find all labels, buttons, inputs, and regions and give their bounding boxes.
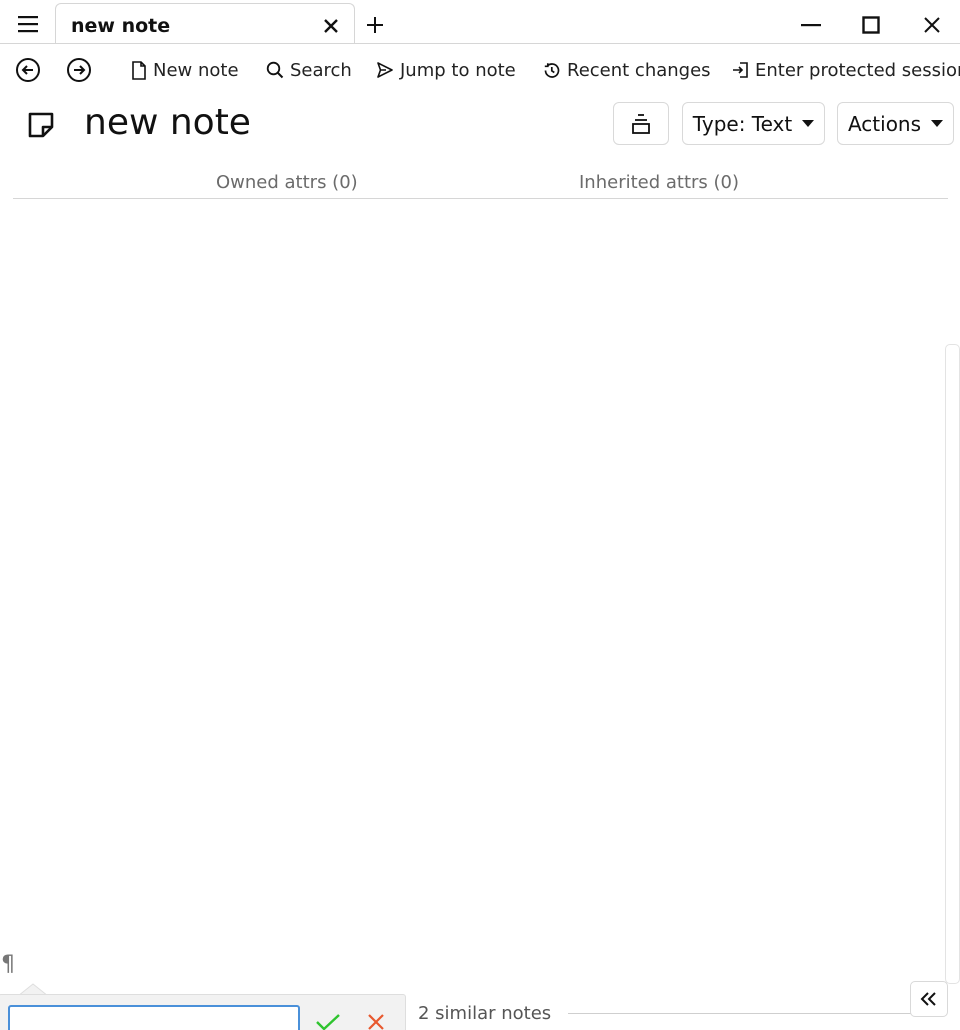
- tab-inherited-attributes[interactable]: Inherited attrs (0): [579, 172, 739, 193]
- maximize-window-button[interactable]: [852, 8, 890, 42]
- similar-notes-divider: [568, 1013, 940, 1014]
- sticky-note-icon: [28, 112, 54, 138]
- attributes-divider: [13, 198, 948, 199]
- back-button[interactable]: [15, 54, 41, 86]
- search-button[interactable]: Search: [266, 54, 352, 86]
- maximize-icon: [862, 16, 880, 34]
- tab-close-button[interactable]: [314, 10, 348, 42]
- collapse-ribbon-button[interactable]: [613, 102, 669, 145]
- close-icon: [324, 19, 338, 33]
- tab-new-note[interactable]: new note: [55, 3, 355, 44]
- ribbon-icon: [632, 113, 650, 134]
- actions-dropdown[interactable]: Actions: [837, 102, 954, 145]
- note-type-dropdown[interactable]: Type: Text: [682, 102, 825, 145]
- search-label: Search: [290, 59, 352, 81]
- send-icon: [377, 62, 393, 78]
- new-note-label: New note: [153, 59, 239, 81]
- note-title[interactable]: new note: [84, 102, 251, 143]
- enter-protected-session-button[interactable]: Enter protected session: [731, 54, 960, 86]
- similar-notes-link[interactable]: 2 similar notes: [418, 1003, 551, 1024]
- log-in-icon: [733, 62, 748, 78]
- chevron-down-icon: [802, 120, 815, 127]
- note-icon[interactable]: [24, 108, 60, 144]
- main-menu-button[interactable]: [8, 6, 48, 42]
- tab-bar: new note: [0, 0, 960, 44]
- tab-title: new note: [71, 15, 171, 37]
- toolbar: New note Search Jump to note Recent chan…: [0, 50, 960, 90]
- new-note-button[interactable]: New note: [131, 54, 239, 86]
- cancel-icon[interactable]: [367, 1013, 385, 1030]
- scrollbar[interactable]: [945, 344, 960, 984]
- jump-to-note-button[interactable]: Jump to note: [376, 54, 516, 86]
- chevrons-left-icon: [920, 992, 936, 1006]
- forward-button[interactable]: [66, 54, 92, 86]
- arrow-left-circle-icon: [16, 58, 40, 82]
- plus-icon: [367, 17, 383, 33]
- note-editor[interactable]: [0, 200, 944, 950]
- link-input[interactable]: [8, 1005, 300, 1030]
- paragraph-mark: ¶: [1, 952, 15, 977]
- history-icon: [544, 62, 560, 78]
- collapse-right-pane-button[interactable]: [910, 981, 948, 1017]
- close-icon: [924, 17, 940, 33]
- minimize-window-button[interactable]: [792, 8, 830, 42]
- tab-bar-divider: [0, 43, 960, 44]
- recent-changes-label: Recent changes: [567, 59, 711, 81]
- search-icon: [266, 61, 284, 79]
- arrow-right-circle-icon: [67, 58, 91, 82]
- hamburger-menu-icon: [18, 16, 38, 33]
- close-window-button[interactable]: [913, 8, 951, 42]
- file-icon: [132, 60, 146, 80]
- new-tab-button[interactable]: [358, 8, 392, 42]
- actions-label: Actions: [847, 111, 922, 136]
- recent-changes-button[interactable]: Recent changes: [542, 54, 711, 86]
- minimize-icon: [801, 24, 821, 27]
- enter-protected-session-label: Enter protected session: [755, 59, 960, 81]
- note-type-label: Type: Text: [692, 111, 793, 136]
- tab-owned-attributes[interactable]: Owned attrs (0): [216, 172, 358, 193]
- chevron-down-icon: [931, 120, 944, 127]
- link-input-popup: [0, 994, 406, 1030]
- checkmark-icon[interactable]: [315, 1013, 341, 1030]
- jump-to-note-label: Jump to note: [400, 59, 516, 81]
